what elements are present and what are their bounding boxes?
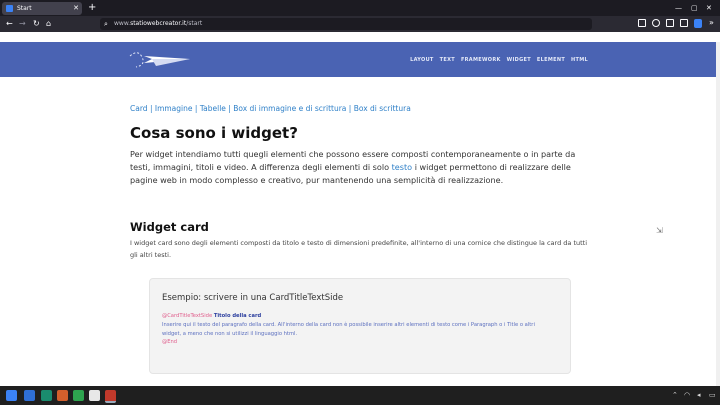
section-title-widget-card: Widget card (130, 220, 209, 234)
breadcrumb: Card | Immagine | Tabelle | Box di immag… (130, 104, 411, 113)
battery-icon[interactable]: ▭ (709, 390, 716, 401)
url-bar[interactable]: ⌕ www.statiowebcreator.it/start (100, 18, 592, 30)
card-body-text: Inserire qui il testo del paragrafo dell… (162, 321, 535, 337)
url-text[interactable]: www.statiowebcreator.it/start (114, 18, 202, 30)
library-icon[interactable] (666, 19, 674, 27)
widget-card-description: I widget card sono degli elementi compos… (130, 239, 588, 259)
overflow-menu-icon[interactable]: » (709, 17, 714, 29)
tab-title: Start (17, 5, 32, 12)
minimize-icon[interactable]: — (675, 2, 682, 14)
search-icon: ⌕ (104, 20, 108, 28)
maximize-icon[interactable]: ▢ (691, 2, 698, 14)
new-tab-icon[interactable]: + (88, 1, 96, 15)
forward-icon[interactable]: → (19, 18, 26, 30)
close-tag: @End (162, 339, 178, 346)
example-title: Esempio: scrivere in una CardTitleTextSi… (162, 293, 344, 303)
breadcrumb-link-card[interactable]: Card (130, 104, 148, 113)
taskbar-app-icon[interactable] (105, 390, 116, 403)
open-tag: @CardTitleTextSide (162, 313, 213, 319)
main-menu: LAYOUT TEXT FRAMEWORK WIDGET ELEMENT HTM… (410, 42, 588, 77)
back-icon[interactable]: ← (6, 18, 13, 30)
browser-tab-bar: Start ✕ + — ▢ ✕ (0, 0, 720, 16)
breadcrumb-link-box-immagine-scrittura[interactable]: Box di immagine e di scrittura (233, 104, 346, 113)
close-tab-icon[interactable]: ✕ (73, 5, 79, 12)
favicon-icon (6, 5, 13, 12)
site-header: LAYOUT TEXT FRAMEWORK WIDGET ELEMENT HTM… (0, 42, 720, 77)
taskbar-app-icon[interactable] (73, 390, 84, 401)
section-intro-text: Per widget intendiamo tutti quegli eleme… (130, 149, 576, 185)
pocket-icon[interactable] (638, 19, 646, 27)
extension-icon[interactable] (694, 19, 702, 28)
home-icon[interactable]: ⌂ (46, 18, 51, 30)
menu-item-widget[interactable]: WIDGET (507, 57, 531, 63)
mouse-cursor-icon: ⇲ (656, 226, 663, 235)
volume-icon[interactable]: ◂ (697, 390, 701, 401)
start-icon[interactable] (6, 390, 17, 401)
sidebar-icon[interactable] (680, 19, 688, 27)
page-scrollbar[interactable] (716, 42, 720, 387)
card-title: Titolo della card (213, 313, 262, 319)
menu-item-element[interactable]: ELEMENT (537, 57, 565, 63)
taskbar-app-icon[interactable] (24, 390, 35, 401)
menu-item-html[interactable]: HTML (571, 57, 588, 63)
menu-item-layout[interactable]: LAYOUT (410, 57, 434, 63)
browser-nav-bar: ← → ↻ ⌂ ⌕ www.statiowebcreator.it/start … (0, 16, 720, 32)
browser-tab[interactable]: Start ✕ (2, 2, 82, 15)
main-content: Card | Immagine | Tabelle | Box di immag… (130, 104, 590, 268)
wifi-icon[interactable]: ◠ (684, 390, 690, 401)
close-window-icon[interactable]: ✕ (706, 2, 712, 14)
tray-chevron-icon[interactable]: ⌃ (672, 390, 678, 401)
example-box: Esempio: scrivere in una CardTitleTextSi… (149, 278, 571, 374)
menu-item-framework[interactable]: FRAMEWORK (461, 57, 501, 63)
taskbar-app-icon[interactable] (89, 390, 100, 401)
breadcrumb-link-box-scrittura[interactable]: Box di scrittura (354, 104, 411, 113)
reload-icon[interactable]: ↻ (33, 18, 40, 30)
example-code: @CardTitleTextSide Titolo della card Ins… (162, 312, 554, 347)
section-title-widget: Cosa sono i widget? (130, 124, 298, 142)
taskbar-app-icon[interactable] (57, 390, 68, 401)
testo-link[interactable]: testo (392, 162, 413, 172)
toolbar-strip (0, 32, 720, 42)
menu-item-text[interactable]: TEXT (440, 57, 455, 63)
breadcrumb-link-tabelle[interactable]: Tabelle (200, 104, 226, 113)
breadcrumb-link-immagine[interactable]: Immagine (155, 104, 193, 113)
paper-plane-logo-icon[interactable] (128, 47, 194, 73)
downloads-icon[interactable] (652, 19, 660, 27)
os-taskbar: ⌃ ◠ ◂ ▭ (0, 386, 720, 405)
taskbar-app-icon[interactable] (41, 390, 52, 401)
